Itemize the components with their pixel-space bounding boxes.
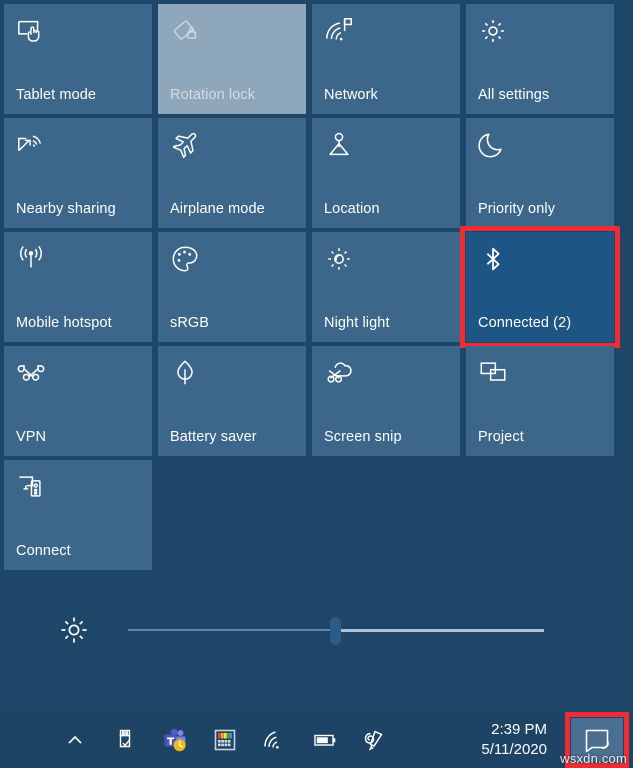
network-icon bbox=[324, 16, 354, 46]
bluetooth-icon bbox=[478, 244, 508, 274]
taskbar-clock[interactable]: 2:39 PM 5/11/2020 bbox=[481, 720, 547, 760]
quick-action-label: Connect bbox=[16, 543, 71, 559]
color-palette-icon bbox=[170, 244, 200, 274]
brightness-slider[interactable] bbox=[128, 613, 544, 647]
quick-action-label: Project bbox=[478, 429, 524, 445]
rotation-lock-icon bbox=[170, 16, 200, 46]
quick-action-label: Connected (2) bbox=[478, 315, 572, 331]
quick-action-label: All settings bbox=[478, 87, 550, 103]
safely-remove-usb-icon[interactable] bbox=[112, 727, 138, 753]
quick-action-tile-mobile-hotspot[interactable]: Mobile hotspot bbox=[4, 232, 152, 342]
quick-action-tile-airplane-mode[interactable]: Airplane mode bbox=[158, 118, 306, 228]
leaf-icon bbox=[170, 358, 200, 388]
quick-action-tile-vpn[interactable]: VPN bbox=[4, 346, 152, 456]
quick-action-tile-location[interactable]: Location bbox=[312, 118, 460, 228]
nearby-sharing-icon bbox=[16, 130, 46, 160]
quick-action-label: VPN bbox=[16, 429, 47, 445]
moon-icon bbox=[478, 130, 508, 160]
quick-action-tile-connect[interactable]: Connect bbox=[4, 460, 152, 570]
quick-action-label: Network bbox=[324, 87, 378, 103]
quick-action-tile-project[interactable]: Project bbox=[466, 346, 614, 456]
quick-action-tile-bluetooth[interactable]: Connected (2) bbox=[460, 226, 620, 348]
quick-action-tile-battery-saver[interactable]: Battery saver bbox=[158, 346, 306, 456]
connect-icon bbox=[16, 472, 46, 502]
taskbar: 2:39 PM 5/11/2020 wsxdn.com bbox=[0, 712, 633, 768]
battery-icon[interactable] bbox=[312, 727, 338, 753]
quick-action-label: Battery saver bbox=[170, 429, 257, 445]
quick-action-label: Night light bbox=[324, 315, 390, 331]
quick-action-tile-night-light[interactable]: Night light bbox=[312, 232, 460, 342]
quick-action-tile-screen-snip[interactable]: Screen snip bbox=[312, 346, 460, 456]
tablet-mode-icon bbox=[16, 16, 46, 46]
quick-actions-grid: Tablet mode Rotation lock Network All se… bbox=[4, 4, 620, 574]
quick-action-label: Rotation lock bbox=[170, 87, 256, 103]
quick-action-tile-srgb[interactable]: sRGB bbox=[158, 232, 306, 342]
slider-track-filled bbox=[128, 629, 336, 631]
slider-thumb[interactable] bbox=[330, 617, 341, 645]
quick-action-label: Nearby sharing bbox=[16, 201, 116, 217]
quick-action-label: Screen snip bbox=[324, 429, 402, 445]
quick-action-label: Priority only bbox=[478, 201, 556, 217]
system-tray bbox=[62, 727, 388, 753]
night-light-icon bbox=[324, 244, 354, 274]
clock-date: 5/11/2020 bbox=[481, 741, 547, 758]
settings-gear-icon bbox=[478, 16, 508, 46]
clock-time: 2:39 PM bbox=[491, 721, 547, 738]
brightness-icon bbox=[57, 613, 91, 647]
quick-action-label: Tablet mode bbox=[16, 87, 97, 103]
pen-menu-icon[interactable] bbox=[362, 727, 388, 753]
quick-action-tile-tablet-mode[interactable]: Tablet mode bbox=[4, 4, 152, 114]
quick-action-tile-rotation-lock[interactable]: Rotation lock bbox=[158, 4, 306, 114]
quick-action-label: sRGB bbox=[170, 315, 210, 331]
quick-action-tile-nearby-sharing[interactable]: Nearby sharing bbox=[4, 118, 152, 228]
quick-action-tile-all-settings[interactable]: All settings bbox=[466, 4, 614, 114]
show-hidden-icons-chevron-icon[interactable] bbox=[62, 727, 88, 753]
watermark: wsxdn.com bbox=[560, 751, 627, 766]
quick-action-tile-priority-only[interactable]: Priority only bbox=[466, 118, 614, 228]
brightness-control bbox=[0, 600, 633, 660]
screen-snip-icon bbox=[324, 358, 354, 388]
microsoft-teams-icon[interactable] bbox=[162, 727, 188, 753]
quick-action-label: Mobile hotspot bbox=[16, 315, 112, 331]
quick-action-tile-network[interactable]: Network bbox=[312, 4, 460, 114]
color-keyboard-icon[interactable] bbox=[212, 727, 238, 753]
quick-action-label: Location bbox=[324, 201, 380, 217]
action-center-panel: Tablet mode Rotation lock Network All se… bbox=[0, 0, 633, 712]
location-icon bbox=[324, 130, 354, 160]
vpn-icon bbox=[16, 358, 46, 388]
airplane-icon bbox=[170, 130, 200, 160]
quick-action-label: Airplane mode bbox=[170, 201, 265, 217]
wifi-icon[interactable] bbox=[262, 727, 288, 753]
hotspot-icon bbox=[16, 244, 46, 274]
slider-track-remaining bbox=[336, 629, 544, 632]
project-icon bbox=[478, 358, 508, 388]
